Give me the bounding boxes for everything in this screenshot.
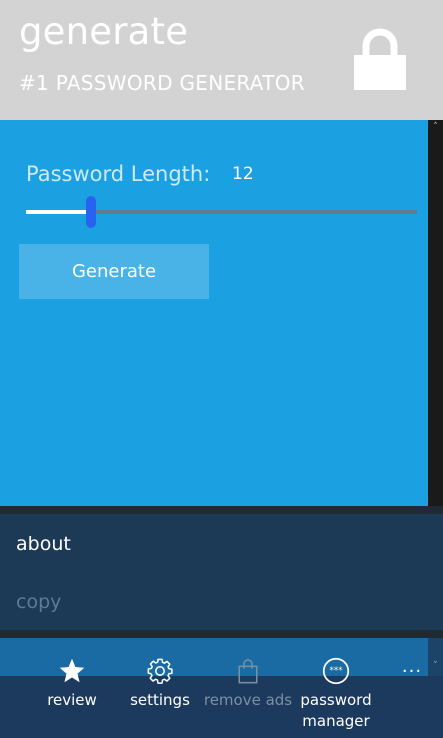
password-length-slider[interactable] xyxy=(26,196,417,228)
star-icon xyxy=(59,658,85,683)
password-manager-button[interactable]: *** password manager xyxy=(291,656,381,732)
password-dots-icon: *** xyxy=(322,657,350,685)
gear-icon xyxy=(147,658,173,684)
menu-item-copy: copy xyxy=(16,591,62,613)
review-button[interactable]: review xyxy=(27,656,117,711)
scroll-down-icon[interactable]: ˅ xyxy=(428,656,443,676)
divider xyxy=(0,506,443,514)
remove-ads-button: remove ads xyxy=(203,656,293,711)
lock-icon xyxy=(354,28,406,90)
divider xyxy=(0,630,443,638)
slider-fill xyxy=(26,210,91,214)
more-options-button[interactable]: ... xyxy=(395,658,429,682)
password-manager-label: password manager xyxy=(300,691,372,730)
settings-label: settings xyxy=(130,691,190,709)
review-label: review xyxy=(47,691,97,709)
page-title: generate xyxy=(19,10,189,53)
app-menu: about copy xyxy=(0,514,443,630)
slider-thumb[interactable] xyxy=(86,196,96,228)
scroll-up-icon[interactable]: ˄ xyxy=(428,120,443,134)
settings-button[interactable]: settings xyxy=(115,656,205,711)
svg-text:***: *** xyxy=(329,666,343,676)
app-subtitle: #1 PASSWORD GENERATOR xyxy=(19,71,305,95)
menu-item-about[interactable]: about xyxy=(16,530,71,558)
shopping-bag-icon xyxy=(238,659,258,684)
generate-button[interactable]: Generate xyxy=(19,244,209,299)
password-length-value: 12 xyxy=(232,164,254,184)
password-length-label: Password Length: xyxy=(26,162,211,186)
remove-ads-label: remove ads xyxy=(203,691,293,709)
app-header: generate #1 PASSWORD GENERATOR xyxy=(0,0,443,120)
scrollbar[interactable]: ˄ xyxy=(428,120,443,506)
